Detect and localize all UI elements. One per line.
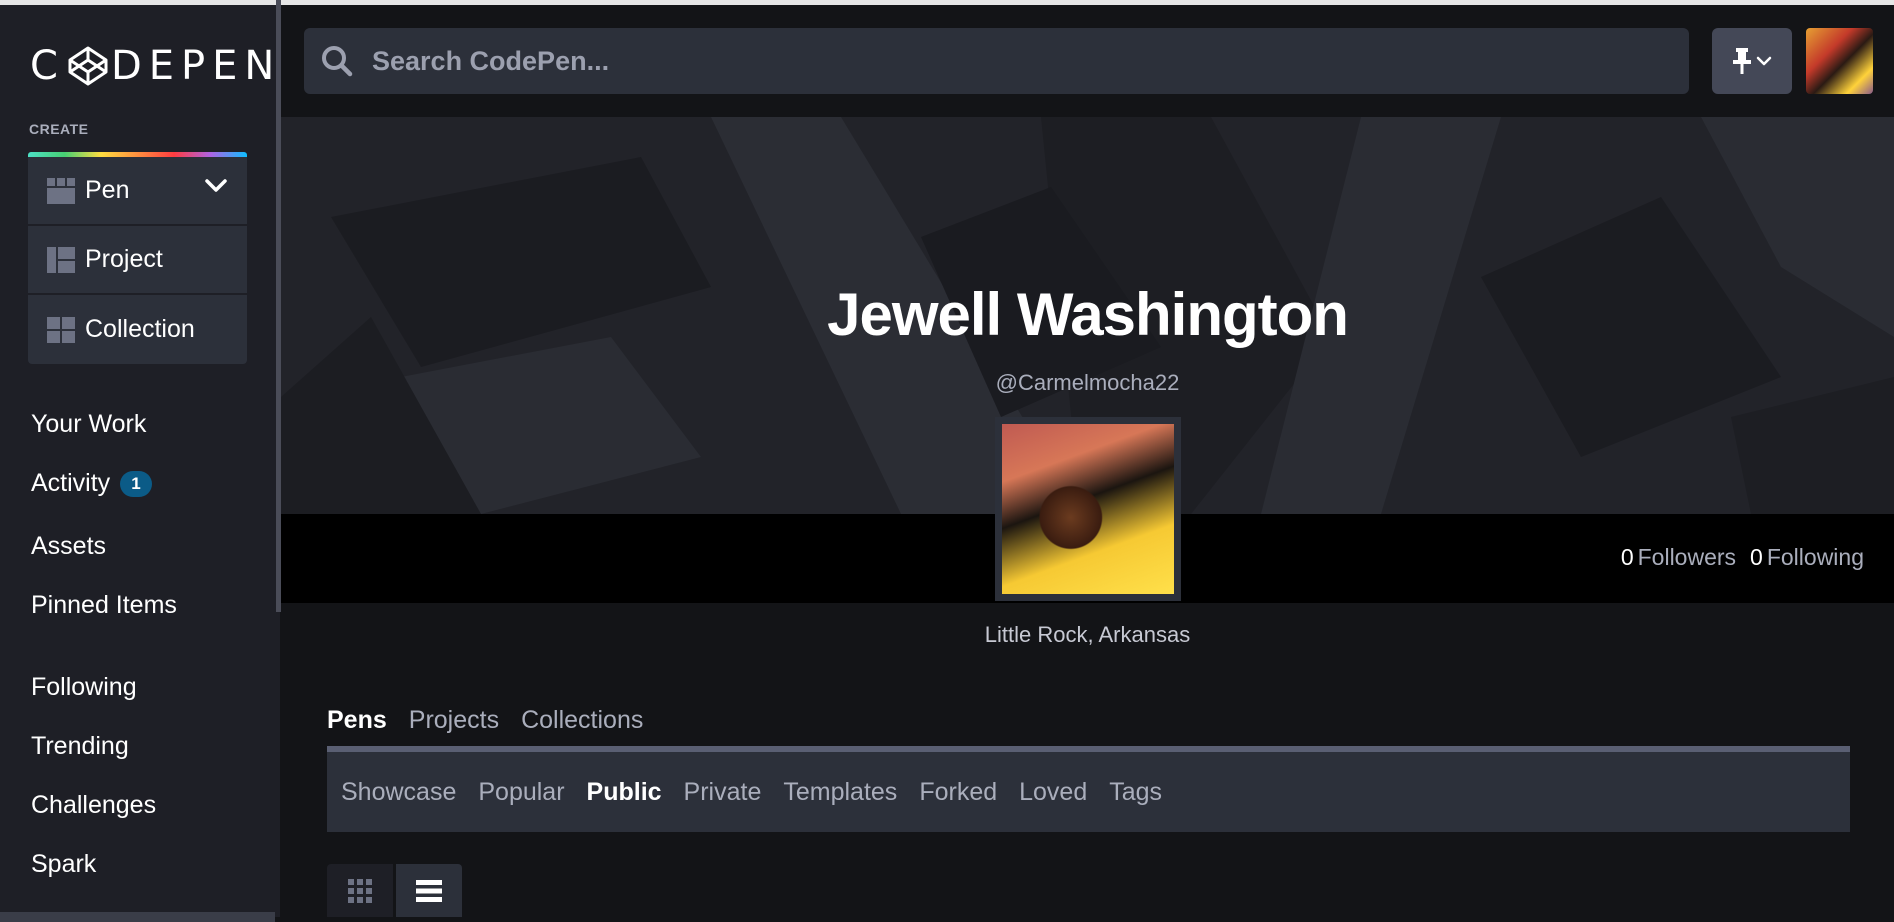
follow-stats: 0 Followers 0 Following	[1621, 544, 1864, 571]
pen-grid-icon	[47, 177, 75, 204]
nav-assets[interactable]: Assets	[31, 532, 106, 561]
subtab-private[interactable]: Private	[684, 778, 762, 807]
followers-label: Followers	[1637, 544, 1737, 570]
codepen-logo-icon	[68, 46, 108, 86]
grid-icon	[348, 878, 372, 903]
subtab-forked[interactable]: Forked	[919, 778, 997, 807]
create-pen-label: Pen	[85, 176, 130, 204]
subtab-popular[interactable]: Popular	[478, 778, 564, 807]
subtab-tags[interactable]: Tags	[1109, 778, 1162, 807]
create-pen-button[interactable]: Pen	[28, 157, 247, 226]
list-icon	[416, 879, 442, 902]
create-collection-button[interactable]: Collection	[28, 295, 247, 364]
view-toggle	[327, 864, 462, 917]
nav-activity-label: Activity	[31, 469, 111, 497]
following-label: Following	[1766, 544, 1864, 570]
list-view-button[interactable]	[396, 864, 462, 917]
pens-filter-nav: Showcase Popular Public Private Template…	[327, 746, 1850, 832]
profile-location: Little Rock, Arkansas	[984, 622, 1191, 647]
pinned-items-button[interactable]	[1712, 28, 1792, 94]
collection-grid-icon	[47, 316, 75, 343]
window-top-edge	[0, 0, 1894, 5]
subtab-public[interactable]: Public	[587, 778, 662, 807]
search-input[interactable]	[372, 28, 1689, 94]
create-project-button[interactable]: Project	[28, 226, 247, 295]
tab-projects[interactable]: Projects	[409, 706, 499, 735]
pin-icon	[1733, 48, 1751, 74]
content-tabs: Pens Projects Collections	[327, 706, 643, 735]
tab-collections[interactable]: Collections	[521, 706, 643, 735]
nav-following[interactable]: Following	[31, 673, 137, 702]
chevron-down-icon[interactable]	[205, 179, 227, 193]
following-link[interactable]: 0 Following	[1750, 544, 1864, 571]
nav-your-work[interactable]: Your Work	[31, 410, 146, 439]
sidebar-bottom-edge	[0, 912, 275, 922]
sidebar: C DEPEN CREATE Pen Project Collection Yo…	[0, 5, 281, 922]
project-icon	[47, 246, 75, 273]
grid-view-button[interactable]	[327, 864, 393, 917]
create-project-label: Project	[85, 245, 163, 273]
subtab-templates[interactable]: Templates	[783, 778, 897, 807]
subtab-loved[interactable]: Loved	[1019, 778, 1087, 807]
nav-pinned-items[interactable]: Pinned Items	[31, 591, 177, 620]
nav-challenges[interactable]: Challenges	[31, 791, 156, 820]
logo-letter-c: C	[30, 43, 65, 89]
following-count: 0	[1750, 544, 1763, 570]
search-icon	[322, 46, 353, 77]
nav-activity[interactable]: Activity 1	[31, 469, 152, 498]
user-avatar-menu[interactable]	[1806, 28, 1873, 94]
profile-photo	[1002, 424, 1174, 594]
create-menu: Pen Project Collection	[28, 152, 247, 374]
create-label: CREATE	[29, 121, 89, 137]
nav-trending[interactable]: Trending	[31, 732, 129, 761]
followers-count: 0	[1620, 544, 1634, 570]
codepen-logo[interactable]: C DEPEN	[30, 43, 281, 89]
profile-name: Jewell Washington	[827, 281, 1349, 348]
profile-avatar	[995, 417, 1181, 601]
tab-pens[interactable]: Pens	[327, 706, 387, 735]
search-bar	[304, 28, 1689, 94]
activity-count-badge: 1	[120, 470, 152, 497]
nav-spark[interactable]: Spark	[31, 850, 96, 879]
followers-link[interactable]: 0 Followers	[1621, 544, 1736, 571]
chevron-down-icon	[1756, 56, 1772, 66]
profile-handle: @Carmelmocha22	[995, 370, 1180, 395]
create-collection-label: Collection	[85, 315, 195, 343]
logo-letters-depen: DEPEN	[110, 43, 282, 89]
subtab-showcase[interactable]: Showcase	[341, 778, 456, 807]
